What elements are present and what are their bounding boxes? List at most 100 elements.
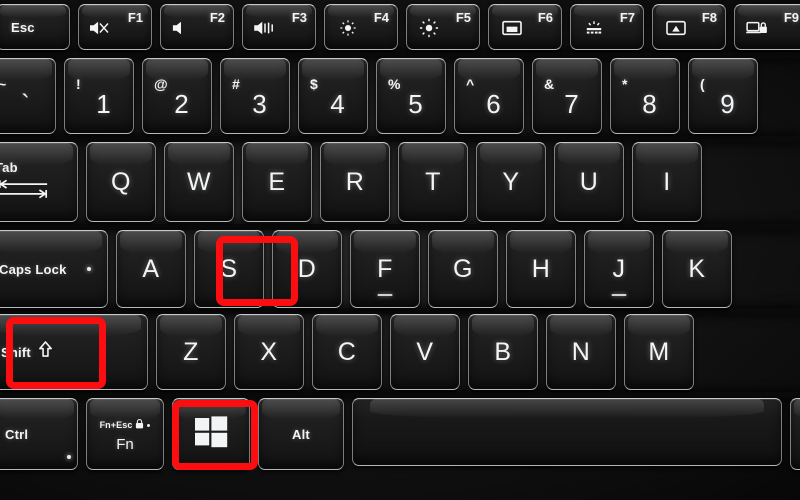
fn-esc-label: Fn+Esc — [99, 420, 133, 430]
shift-arrow-icon — [38, 341, 53, 363]
key-f2-volume-down[interactable]: F2 — [160, 4, 234, 50]
key-label: B — [494, 337, 512, 366]
key-x[interactable]: X — [234, 314, 304, 390]
key-label: F — [377, 254, 393, 283]
fn-indicator-dot-icon — [147, 423, 151, 427]
key-a[interactable]: A — [116, 230, 186, 308]
key-z[interactable]: Z — [156, 314, 226, 390]
key-f[interactable]: F — [350, 230, 420, 308]
key-label: S — [220, 254, 238, 283]
key-label: A — [142, 254, 160, 283]
speaker-low-icon — [170, 19, 192, 42]
key-label: Fn — [116, 436, 134, 453]
tab-arrows-icon — [0, 178, 51, 205]
key-label: Z — [183, 337, 199, 366]
key-shift-left[interactable]: Shift — [0, 314, 148, 390]
key-f4-brightness-down[interactable]: F4 — [324, 4, 398, 50]
key-label: J — [612, 254, 626, 283]
key-space[interactable] — [352, 398, 782, 466]
lock-icon — [135, 419, 144, 431]
key-label: 3 — [252, 88, 267, 119]
key-label: Q — [111, 167, 131, 196]
key-w[interactable]: W — [164, 142, 234, 222]
number-row: ~ ` ! 1 @ 2 # 3 $ 4 % 5 ^ 6 & 7 — [0, 58, 758, 134]
key-fn[interactable]: Fn+Esc Fn — [86, 398, 164, 470]
key-r[interactable]: R — [320, 142, 390, 222]
key-backtick[interactable]: ~ ` — [0, 58, 56, 134]
key-fn-label: F3 — [291, 10, 307, 25]
key-fn-label: F2 — [209, 10, 225, 25]
key-u[interactable]: U — [554, 142, 624, 222]
key-label: Caps Lock — [0, 261, 67, 277]
key-label: X — [260, 337, 278, 366]
key-2[interactable]: @ 2 — [142, 58, 212, 134]
display-icon — [501, 19, 523, 42]
laptop-keyboard: Esc F1 F2 F3 F4 F5 F6 F7 F8 F9 ` ! 1 @ 2… — [0, 0, 800, 500]
key-label: Ctrl — [5, 426, 29, 442]
key-label: 5 — [408, 88, 423, 119]
key-label: G — [453, 254, 473, 283]
projector-screen-icon — [665, 19, 687, 42]
key-ctrl-left[interactable]: Ctrl — [0, 398, 78, 470]
key-label: 1 — [96, 88, 111, 119]
caps-lock-led-icon — [87, 267, 91, 271]
key-4[interactable]: $ 4 — [298, 58, 368, 134]
key-n[interactable]: N — [546, 314, 616, 390]
key-label: Alt — [292, 426, 310, 442]
key-g[interactable]: G — [428, 230, 498, 308]
key-s[interactable]: S — [194, 230, 264, 308]
key-tab[interactable]: Tab — [0, 142, 78, 222]
key-label: R — [345, 167, 365, 196]
key-label: Shift — [1, 344, 31, 360]
key-t[interactable]: T — [398, 142, 468, 222]
key-b[interactable]: B — [468, 314, 538, 390]
key-escape[interactable]: Esc — [0, 4, 70, 50]
key-label: C — [337, 337, 357, 366]
key-h[interactable]: H — [506, 230, 576, 308]
key-f7-keyboard-backlight[interactable]: F7 — [570, 4, 644, 50]
key-alt-left[interactable]: Alt — [258, 398, 344, 470]
key-q[interactable]: Q — [86, 142, 156, 222]
key-fn-label: F8 — [701, 10, 717, 25]
key-f8-projector[interactable]: F8 — [652, 4, 726, 50]
key-9[interactable]: ( 9 — [688, 58, 758, 134]
key-caps-lock[interactable]: Caps Lock — [0, 230, 108, 308]
key-f5-brightness-up[interactable]: F5 — [406, 4, 480, 50]
key-label: 7 — [564, 88, 579, 119]
modifier-row: Ctrl Fn+Esc Fn Alt — [0, 398, 800, 470]
homing-bar-icon — [611, 294, 627, 296]
speaker-mute-icon — [88, 19, 110, 42]
key-1[interactable]: ! 1 — [64, 58, 134, 134]
key-6[interactable]: ^ 6 — [454, 58, 524, 134]
key-3[interactable]: # 3 — [220, 58, 290, 134]
key-f3-volume-up[interactable]: F3 — [242, 4, 316, 50]
key-alt-right[interactable] — [790, 398, 800, 470]
key-label: Tab — [0, 159, 18, 175]
brightness-down-icon — [339, 19, 357, 42]
key-d[interactable]: D — [272, 230, 342, 308]
key-7[interactable]: & 7 — [532, 58, 602, 134]
key-label: ` — [21, 88, 30, 119]
key-k[interactable]: K — [662, 230, 732, 308]
key-windows[interactable] — [172, 398, 250, 470]
key-y[interactable]: Y — [476, 142, 546, 222]
key-f6-display[interactable]: F6 — [488, 4, 562, 50]
key-fn-label: F1 — [127, 10, 143, 25]
key-f9-laptop-lock[interactable]: F9 — [734, 4, 800, 50]
key-v[interactable]: V — [390, 314, 460, 390]
key-fn-label: F5 — [455, 10, 471, 25]
key-label: E — [268, 167, 286, 196]
key-e[interactable]: E — [242, 142, 312, 222]
key-f1-mute[interactable]: F1 — [78, 4, 152, 50]
key-c[interactable]: C — [312, 314, 382, 390]
key-label: 2 — [174, 88, 189, 119]
key-i[interactable]: I — [632, 142, 702, 222]
key-m[interactable]: M — [624, 314, 694, 390]
key-8[interactable]: * 8 — [610, 58, 680, 134]
key-fn-label: F7 — [619, 10, 635, 25]
key-5[interactable]: % 5 — [376, 58, 446, 134]
key-label: V — [416, 337, 434, 366]
key-fn-label: F9 — [783, 10, 799, 25]
key-label: M — [648, 337, 670, 366]
key-j[interactable]: J — [584, 230, 654, 308]
